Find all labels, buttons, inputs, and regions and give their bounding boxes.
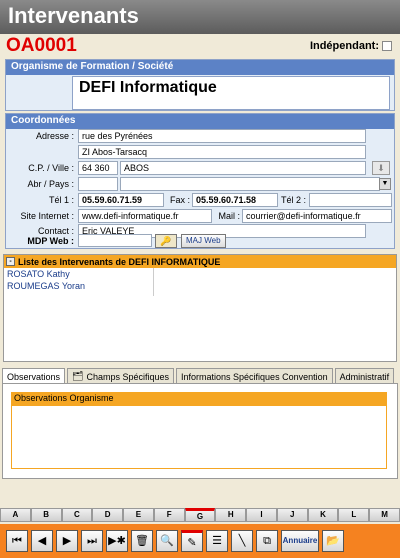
alpha-key-m[interactable]: M — [369, 508, 400, 522]
list-item[interactable]: ROUMEGAS Yoran — [4, 280, 153, 292]
tab-infos-convention[interactable]: Informations Spécifiques Convention — [176, 368, 333, 384]
tab-label: Champs Spécifiques — [86, 371, 170, 382]
tel1-field[interactable]: 05.59.60.71.59 — [78, 193, 164, 207]
alphabet-bar: A B C D E F G H I J K L M — [0, 508, 400, 522]
alpha-key-c[interactable]: C — [61, 508, 93, 522]
independant-checkbox[interactable] — [382, 41, 392, 51]
alpha-key-g[interactable]: G — [184, 508, 216, 522]
fax-field[interactable]: 05.59.60.71.58 — [192, 193, 278, 207]
intervenants-list: ROSATO Kathy ROUMEGAS Yoran — [4, 268, 154, 296]
site-field[interactable]: www.defi-informatique.fr — [78, 209, 212, 223]
fax-label: Fax : — [169, 195, 190, 205]
tel2-label: Tél 2 : — [280, 195, 306, 205]
collapse-toggle-icon[interactable]: - — [6, 257, 15, 266]
org-section-header: Organisme de Formation / Société — [6, 60, 394, 75]
site-label: Site Internet : — [20, 211, 74, 221]
mdp-field[interactable] — [78, 234, 152, 247]
folder-open-icon[interactable]: 📂 — [322, 530, 344, 552]
list-item[interactable]: ROSATO Kathy — [4, 268, 153, 280]
independant-label: Indépendant: — [309, 40, 379, 52]
alpha-key-k[interactable]: K — [307, 508, 339, 522]
cp-ville-label: C.P. / Ville : — [28, 163, 74, 173]
ville-lookup-arrow-icon[interactable]: ⬇ — [372, 161, 390, 175]
next-record-icon[interactable]: ▶ — [56, 530, 78, 552]
mdp-label: MDP Web : — [27, 236, 74, 246]
observations-textarea[interactable] — [11, 405, 387, 469]
tab-champs-specifiques[interactable]: 🗂 Champs Spécifiques — [67, 368, 175, 384]
prev-record-icon[interactable]: ◀ — [31, 530, 53, 552]
alpha-key-e[interactable]: E — [123, 508, 154, 522]
key-icon[interactable]: 🔑 — [155, 234, 177, 248]
alpha-key-b[interactable]: B — [30, 508, 62, 522]
record-code: OA0001 — [6, 35, 77, 56]
list-view-icon[interactable]: ☰ — [206, 530, 228, 552]
app-window: Intervenants OA0001 Indépendant: Organis… — [0, 0, 400, 558]
wand-icon[interactable]: ╲ — [231, 530, 253, 552]
abr-field[interactable] — [78, 177, 118, 191]
tab-administratif[interactable]: Administratif — [334, 368, 395, 384]
alpha-key-a[interactable]: A — [0, 508, 31, 522]
contact-label: Contact : — [37, 226, 74, 236]
bottom-toolbar: ⏮ ◀ ▶ ⏭ ▶✱ 🗑 🔍 ✎ ☰ ╲ ⧉ Annuaire 📂 — [0, 524, 400, 558]
cp-field[interactable]: 64 360 — [78, 161, 118, 175]
observations-header: Observations Organisme — [11, 392, 387, 405]
annuaire-button[interactable]: Annuaire — [281, 530, 319, 552]
adresse2-field[interactable]: ZI Abos-Tarsacq — [78, 145, 366, 159]
edit-card-icon[interactable]: ✎ — [181, 530, 203, 552]
alpha-key-f[interactable]: F — [153, 508, 185, 522]
alpha-key-d[interactable]: D — [92, 508, 124, 522]
intervenants-list-title: Liste des Intervenants de DEFI INFORMATI… — [18, 256, 221, 267]
fields-icon: 🗂 — [72, 371, 84, 381]
pays-dropdown-icon[interactable]: ▼ — [379, 178, 391, 190]
pays-select[interactable] — [120, 177, 380, 191]
tab-label: Administratif — [339, 371, 390, 382]
tab-content-observations: Observations Organisme — [2, 383, 398, 479]
org-name-field[interactable]: DEFI Informatique — [72, 76, 390, 110]
adresse-label: Adresse : — [35, 131, 74, 141]
tab-bar: Observations 🗂 Champs Spécifiques Inform… — [2, 368, 398, 384]
coordonnees-panel: Coordonnées Adresse : rue des Pyrénées Z… — [5, 113, 395, 249]
independant-toggle[interactable]: Indépendant: — [310, 40, 392, 52]
mail-label: Mail : — [218, 211, 240, 221]
mail-field[interactable]: courrier@defi-informatique.fr — [242, 209, 392, 223]
intervenants-list-panel: - Liste des Intervenants de DEFI INFORMA… — [3, 254, 397, 362]
tab-label: Observations — [7, 371, 61, 382]
org-panel: Organisme de Formation / Société DEFI In… — [5, 59, 395, 111]
intervenants-list-header: - Liste des Intervenants de DEFI INFORMA… — [4, 255, 396, 268]
new-record-icon[interactable]: ▶✱ — [106, 530, 128, 552]
alpha-key-j[interactable]: J — [276, 508, 308, 522]
hierarchy-icon[interactable]: ⧉ — [256, 530, 278, 552]
tab-observations[interactable]: Observations — [2, 368, 66, 384]
maj-web-button[interactable]: MAJ Web — [181, 234, 226, 248]
alpha-key-l[interactable]: L — [338, 508, 370, 522]
alpha-key-i[interactable]: I — [246, 508, 277, 522]
first-record-icon[interactable]: ⏮ — [6, 530, 28, 552]
abr-pays-label: Abr / Pays : — [27, 179, 74, 189]
alpha-key-h[interactable]: H — [215, 508, 247, 522]
tab-label: Informations Spécifiques Convention — [181, 371, 328, 382]
trash-icon[interactable]: 🗑 — [131, 530, 153, 552]
binoculars-icon[interactable]: 🔍 — [156, 530, 178, 552]
page-title: Intervenants — [0, 0, 400, 34]
tel1-label: Tél 1 : — [48, 195, 74, 205]
ville-field[interactable]: ABOS — [120, 161, 366, 175]
last-record-icon[interactable]: ⏭ — [81, 530, 103, 552]
tel2-field[interactable] — [309, 193, 392, 207]
coordonnees-section-header: Coordonnées — [6, 114, 394, 129]
adresse1-field[interactable]: rue des Pyrénées — [78, 129, 366, 143]
